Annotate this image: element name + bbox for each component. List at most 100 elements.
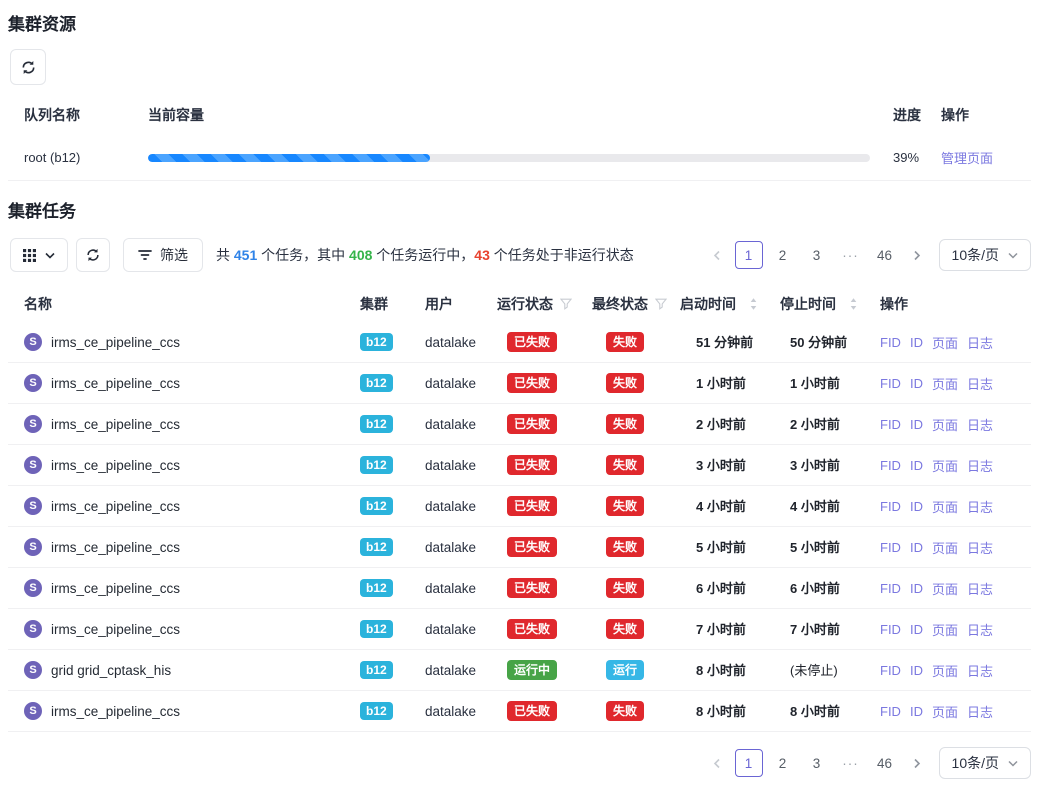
sort-icon[interactable] — [749, 297, 758, 311]
refresh-icon — [20, 59, 37, 76]
row-action-fid-link[interactable]: FID — [880, 622, 901, 637]
row-action-log-link[interactable]: 日志 — [967, 333, 993, 352]
col-header-final-status-label: 最终状态 — [592, 294, 648, 314]
task-run-status-cell: 已失败 — [497, 537, 592, 557]
cluster-badge: b12 — [360, 497, 393, 515]
grid-icon — [23, 249, 36, 262]
capacity-progress-fill — [148, 154, 430, 162]
start-time: 1 小时前 — [696, 376, 746, 391]
pagination-page-46[interactable]: 46 — [871, 241, 899, 269]
row-action-fid-link[interactable]: FID — [880, 335, 901, 350]
pagination-ellipsis[interactable]: ··· — [837, 241, 865, 269]
row-action-page-link[interactable]: 页面 — [932, 456, 958, 475]
task-actions-cell: FID ID 页面日志 — [880, 333, 1031, 352]
row-action-log-link[interactable]: 日志 — [967, 456, 993, 475]
row-action-fid-link[interactable]: FID — [880, 499, 901, 514]
spark-avatar-icon: S — [24, 333, 42, 351]
row-action-id-link[interactable]: ID — [910, 335, 923, 350]
task-start-time-cell: 3 小时前 — [680, 455, 780, 475]
task-actions-cell: FID ID 页面日志 — [880, 620, 1031, 639]
task-user: datalake — [425, 622, 497, 637]
row-action-fid-link[interactable]: FID — [880, 417, 901, 432]
tasks-refresh-button[interactable] — [76, 238, 110, 272]
pagination-page-2[interactable]: 2 — [769, 241, 797, 269]
pagination-page-46[interactable]: 46 — [871, 749, 899, 777]
row-action-page-link[interactable]: 页面 — [932, 374, 958, 393]
pagination-next-icon[interactable] — [905, 241, 929, 269]
pagination-next-icon[interactable] — [905, 749, 929, 777]
pagination-page-3[interactable]: 3 — [803, 749, 831, 777]
row-action-log-link[interactable]: 日志 — [967, 538, 993, 557]
row-action-log-link[interactable]: 日志 — [967, 661, 993, 680]
row-action-page-link[interactable]: 页面 — [932, 415, 958, 434]
row-action-page-link[interactable]: 页面 — [932, 538, 958, 557]
spark-avatar-icon: S — [24, 661, 42, 679]
final-status-badge: 失败 — [606, 455, 644, 475]
row-action-fid-link[interactable]: FID — [880, 663, 901, 678]
row-action-id-link[interactable]: ID — [910, 540, 923, 555]
row-action-id-link[interactable]: ID — [910, 622, 923, 637]
task-name-cell: S grid grid_cptask_his — [8, 661, 360, 679]
task-user: datalake — [425, 335, 497, 350]
filter-funnel-icon[interactable] — [560, 298, 572, 310]
pagination-ellipsis[interactable]: ··· — [837, 749, 865, 777]
pagination-page-1[interactable]: 1 — [735, 241, 763, 269]
row-action-page-link[interactable]: 页面 — [932, 620, 958, 639]
page-size-select[interactable]: 10条/页 — [939, 239, 1031, 271]
row-action-id-link[interactable]: ID — [910, 663, 923, 678]
row-action-page-link[interactable]: 页面 — [932, 579, 958, 598]
row-action-fid-link[interactable]: FID — [880, 581, 901, 596]
row-action-fid-link[interactable]: FID — [880, 540, 901, 555]
filter-button[interactable]: 筛选 — [123, 238, 203, 272]
task-actions-cell: FID ID 页面日志 — [880, 456, 1031, 475]
pagination-prev-icon[interactable] — [705, 241, 729, 269]
section-cluster-resources: 集群资源 队列名称 当前容量 进度 操作 root (b12) — [8, 0, 1031, 181]
row-action-log-link[interactable]: 日志 — [967, 620, 993, 639]
pagination-page-1[interactable]: 1 — [735, 749, 763, 777]
task-name: irms_ce_pipeline_ccs — [51, 499, 180, 514]
run-status-badge: 已失败 — [507, 373, 557, 393]
table-row: S irms_ce_pipeline_ccs b12 datalake 已失败 … — [8, 363, 1031, 404]
stop-time: 1 小时前 — [790, 376, 840, 391]
task-cluster-cell: b12 — [360, 333, 425, 351]
row-action-page-link[interactable]: 页面 — [932, 333, 958, 352]
task-start-time-cell: 8 小时前 — [680, 660, 780, 680]
row-action-fid-link[interactable]: FID — [880, 704, 901, 719]
final-status-badge: 失败 — [606, 414, 644, 434]
task-run-status-cell: 已失败 — [497, 414, 592, 434]
run-status-badge: 已失败 — [507, 578, 557, 598]
row-action-log-link[interactable]: 日志 — [967, 579, 993, 598]
row-action-log-link[interactable]: 日志 — [967, 374, 993, 393]
row-action-id-link[interactable]: ID — [910, 704, 923, 719]
task-final-status-cell: 失败 — [592, 496, 680, 516]
row-action-page-link[interactable]: 页面 — [932, 497, 958, 516]
row-action-id-link[interactable]: ID — [910, 499, 923, 514]
column-settings-button[interactable] — [10, 238, 68, 272]
row-action-log-link[interactable]: 日志 — [967, 497, 993, 516]
row-action-fid-link[interactable]: FID — [880, 376, 901, 391]
resources-refresh-button[interactable] — [10, 49, 46, 85]
row-action-id-link[interactable]: ID — [910, 376, 923, 391]
task-run-status-cell: 已失败 — [497, 332, 592, 352]
row-action-id-link[interactable]: ID — [910, 581, 923, 596]
row-action-log-link[interactable]: 日志 — [967, 415, 993, 434]
pagination-page-2[interactable]: 2 — [769, 749, 797, 777]
page-size-select[interactable]: 10条/页 — [939, 747, 1031, 779]
row-action-id-link[interactable]: ID — [910, 458, 923, 473]
filter-funnel-icon[interactable] — [655, 298, 667, 310]
row-action-fid-link[interactable]: FID — [880, 458, 901, 473]
sort-icon[interactable] — [849, 297, 858, 311]
row-action-id-link[interactable]: ID — [910, 417, 923, 432]
pagination-prev-icon[interactable] — [705, 749, 729, 777]
row-action-log-link[interactable]: 日志 — [967, 702, 993, 721]
task-name: irms_ce_pipeline_ccs — [51, 581, 180, 596]
row-action-page-link[interactable]: 页面 — [932, 702, 958, 721]
col-header-stop-time-label: 停止时间 — [780, 294, 836, 314]
run-status-badge: 已失败 — [507, 332, 557, 352]
task-user: datalake — [425, 499, 497, 514]
manage-page-link[interactable]: 管理页面 — [941, 151, 993, 166]
task-stop-time-cell: 6 小时前 — [780, 578, 880, 598]
row-action-page-link[interactable]: 页面 — [932, 661, 958, 680]
pagination-page-3[interactable]: 3 — [803, 241, 831, 269]
task-actions-cell: FID ID 页面日志 — [880, 661, 1031, 680]
